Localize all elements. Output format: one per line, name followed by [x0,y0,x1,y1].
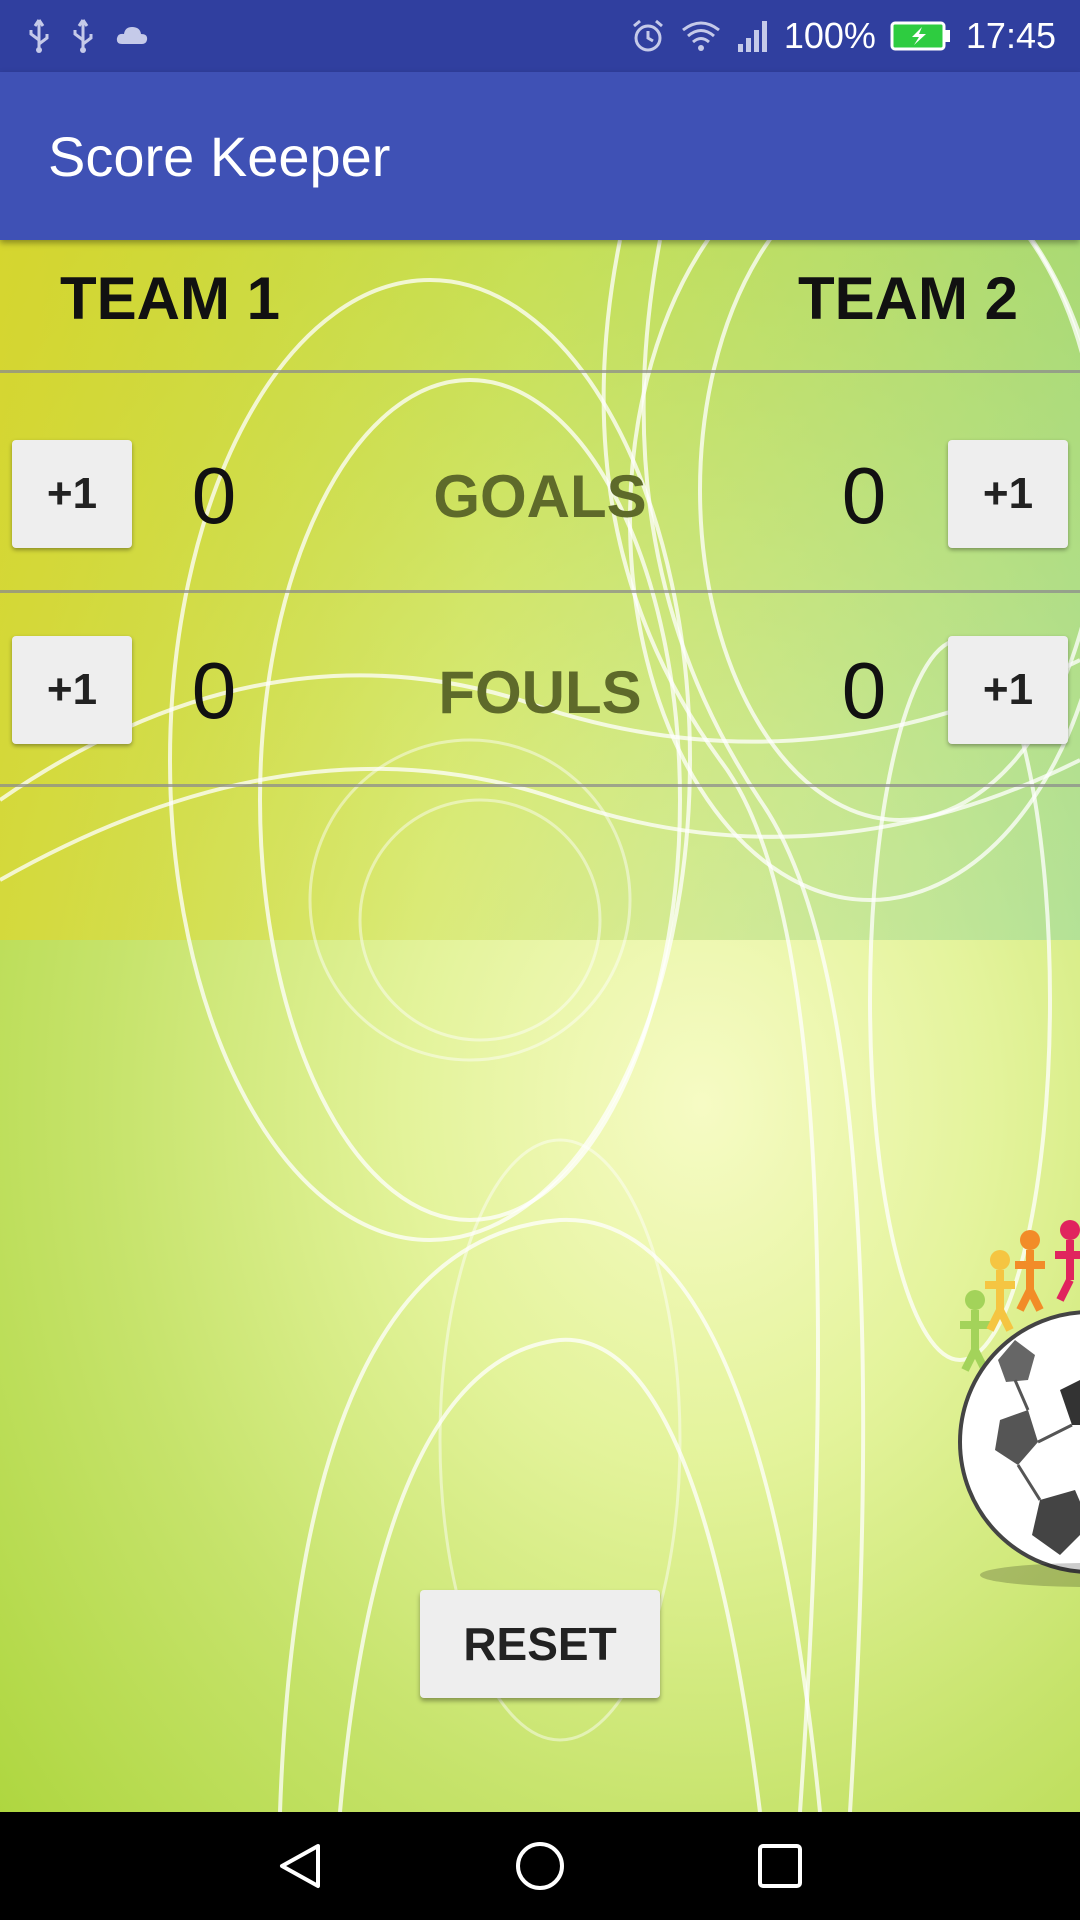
team1-fouls-score: 0 [191,646,237,735]
divider [0,370,1080,373]
score-board: TEAM 1 TEAM 2 +1 0 GOALS 0 +1 +1 0 FOULS… [0,240,1080,1812]
team2-goals-plus-button[interactable]: +1 [948,440,1068,548]
team2-label: TEAM 2 [797,265,1018,332]
alarm-icon [630,18,666,54]
status-bar: 100% 17:45 [0,0,1080,72]
divider [0,590,1080,593]
team1-goals-plus-button[interactable]: +1 [12,440,132,548]
soccer-ball-illustration [958,1220,1080,1587]
wifi-icon [680,18,722,54]
fouls-label: FOULS [438,659,642,726]
navigation-bar [0,1812,1080,1920]
app-title: Score Keeper [48,125,391,188]
usb-icon [70,18,96,54]
recents-icon[interactable] [750,1836,810,1896]
divider [0,784,1080,787]
battery-percent: 100% [783,15,876,56]
team2-fouls-score: 0 [841,646,887,735]
usb-icon [26,18,52,54]
reset-button[interactable]: RESET [420,1590,660,1698]
status-time: 17:45 [965,15,1056,56]
back-icon[interactable] [270,1836,330,1896]
team2-goals-score: 0 [841,451,887,540]
team2-fouls-plus-button[interactable]: +1 [948,636,1068,744]
cloud-icon [114,18,150,54]
team1-label: TEAM 1 [60,265,281,332]
battery-charging-icon [890,20,952,52]
app-bar: Score Keeper [0,72,1080,240]
team1-goals-score: 0 [191,451,237,540]
team1-fouls-plus-button[interactable]: +1 [12,636,132,744]
home-icon[interactable] [510,1836,570,1896]
goals-label: GOALS [433,463,647,530]
signal-icon [736,18,770,54]
